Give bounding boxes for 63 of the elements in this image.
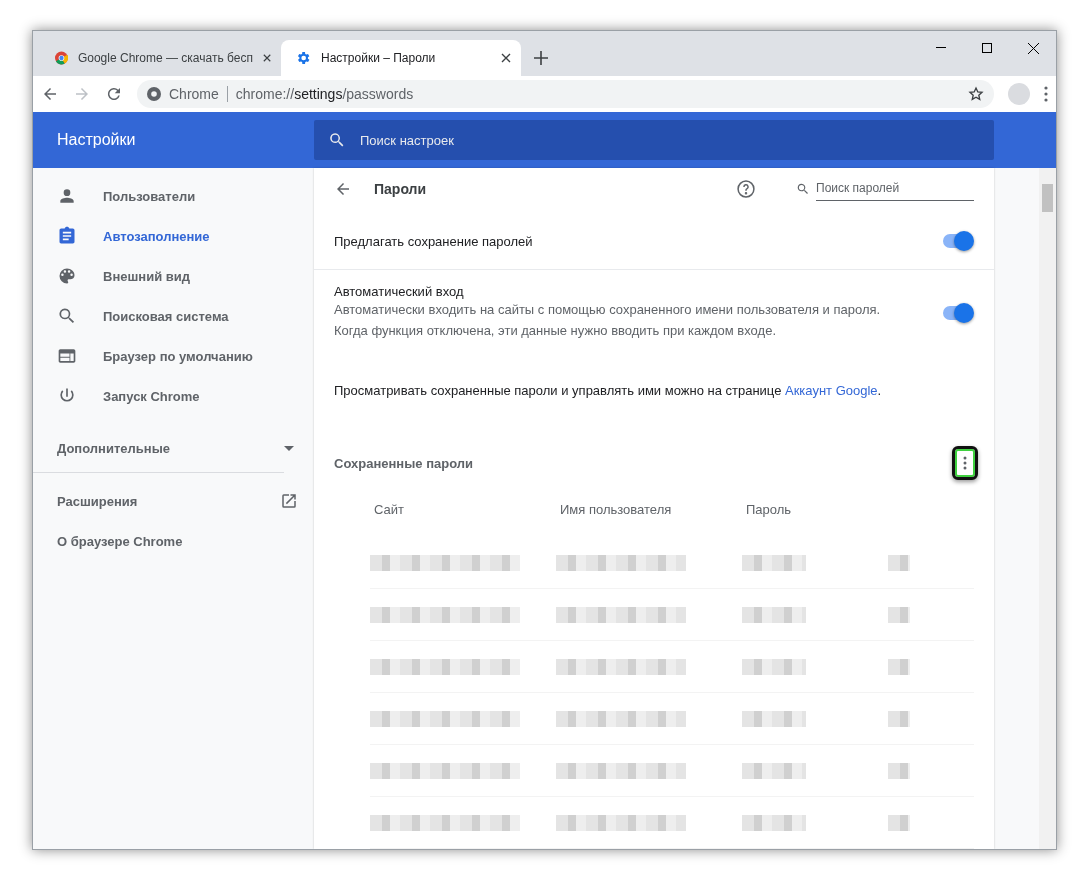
advanced-section[interactable]: Дополнительные: [33, 424, 314, 472]
search-icon: [57, 306, 77, 326]
settings-search-field[interactable]: Поиск настроек: [314, 120, 994, 160]
column-header: Имя пользователя: [560, 502, 673, 517]
site-label: Chrome: [169, 86, 219, 102]
account-link[interactable]: Аккаунт Google: [785, 383, 878, 398]
sidebar-item[interactable]: Внешний вид: [33, 256, 314, 296]
more-vert-icon: [963, 456, 967, 470]
sidebar-item[interactable]: Пользователи: [33, 176, 314, 216]
clipboard-icon: [57, 226, 77, 246]
blurred-icon: [888, 658, 910, 675]
menu-icon[interactable]: [1044, 86, 1048, 102]
sidebar-item[interactable]: Поисковая система: [33, 296, 314, 336]
blurred-icon: [888, 606, 910, 623]
column-header: Сайт: [374, 502, 405, 517]
close-icon[interactable]: [501, 53, 511, 63]
blurred-password: [742, 658, 806, 675]
blurred-password: [742, 606, 806, 623]
help-icon[interactable]: [736, 179, 756, 199]
page-title: Пароли: [374, 181, 427, 197]
minimize-icon[interactable]: [936, 47, 946, 49]
palette-icon: [57, 266, 77, 286]
info-text: Просматривать сохраненные пароли и управлять ими можно на странице Аккаунт Google.: [334, 383, 882, 398]
scrollbar[interactable]: [1039, 168, 1056, 849]
setting-title: Предлагать сохранение паролей: [334, 234, 533, 249]
gear-icon: [295, 50, 311, 66]
more-menu-button[interactable]: [952, 446, 978, 480]
browser-tab[interactable]: Настройки – Пароли: [281, 40, 521, 76]
url-text: chrome://settings/passwords: [235, 86, 414, 102]
blurred-icon: [888, 554, 910, 571]
person-icon: [57, 186, 77, 206]
blurred-password: [742, 814, 806, 831]
browser-tab[interactable]: Google Chrome — скачать бесп: [41, 40, 281, 76]
search-icon: [328, 131, 346, 149]
sidebar-item[interactable]: Браузер по умолчанию: [33, 336, 314, 376]
sidebar-item[interactable]: Автозаполнение: [33, 216, 314, 256]
star-icon[interactable]: [968, 86, 984, 102]
close-icon[interactable]: [262, 53, 271, 63]
setting-description: Когда функция отключена, эти данные нужно вводить при каждом входе.: [334, 322, 777, 340]
sidebar-item[interactable]: Запуск Chrome: [33, 376, 314, 416]
sidebar-link[interactable]: О браузере Chrome: [33, 521, 314, 561]
blurred-icon: [888, 762, 910, 779]
search-icon: [796, 182, 810, 196]
setting-description: Автоматически входить на сайты с помощью сохраненного имени пользователя и пароля.: [334, 301, 881, 319]
new-tab-icon[interactable]: [533, 50, 549, 66]
address-bar[interactable]: Chrome chrome://settings/passwords: [137, 80, 994, 108]
chrome-logo-icon: [147, 87, 161, 101]
settings-title: Настройки: [56, 131, 137, 149]
setting-title: Автоматический вход: [334, 284, 465, 299]
blurred-password: [742, 762, 806, 779]
blurred-icon: [888, 710, 910, 727]
maximize-icon[interactable]: [982, 43, 992, 53]
blurred-password: [742, 710, 806, 727]
browser-icon: [57, 346, 77, 366]
reload-icon[interactable]: [105, 85, 123, 103]
sidebar-link[interactable]: Расширения: [33, 481, 314, 521]
section-title: Сохраненные пароли: [334, 455, 474, 471]
close-icon[interactable]: [1027, 42, 1039, 54]
password-search-field[interactable]: Поиск паролей: [816, 176, 974, 202]
column-header: Пароль: [746, 502, 793, 517]
chrome-logo-icon: [55, 50, 68, 66]
blurred-icon: [888, 814, 910, 831]
blurred-password: [742, 554, 806, 571]
